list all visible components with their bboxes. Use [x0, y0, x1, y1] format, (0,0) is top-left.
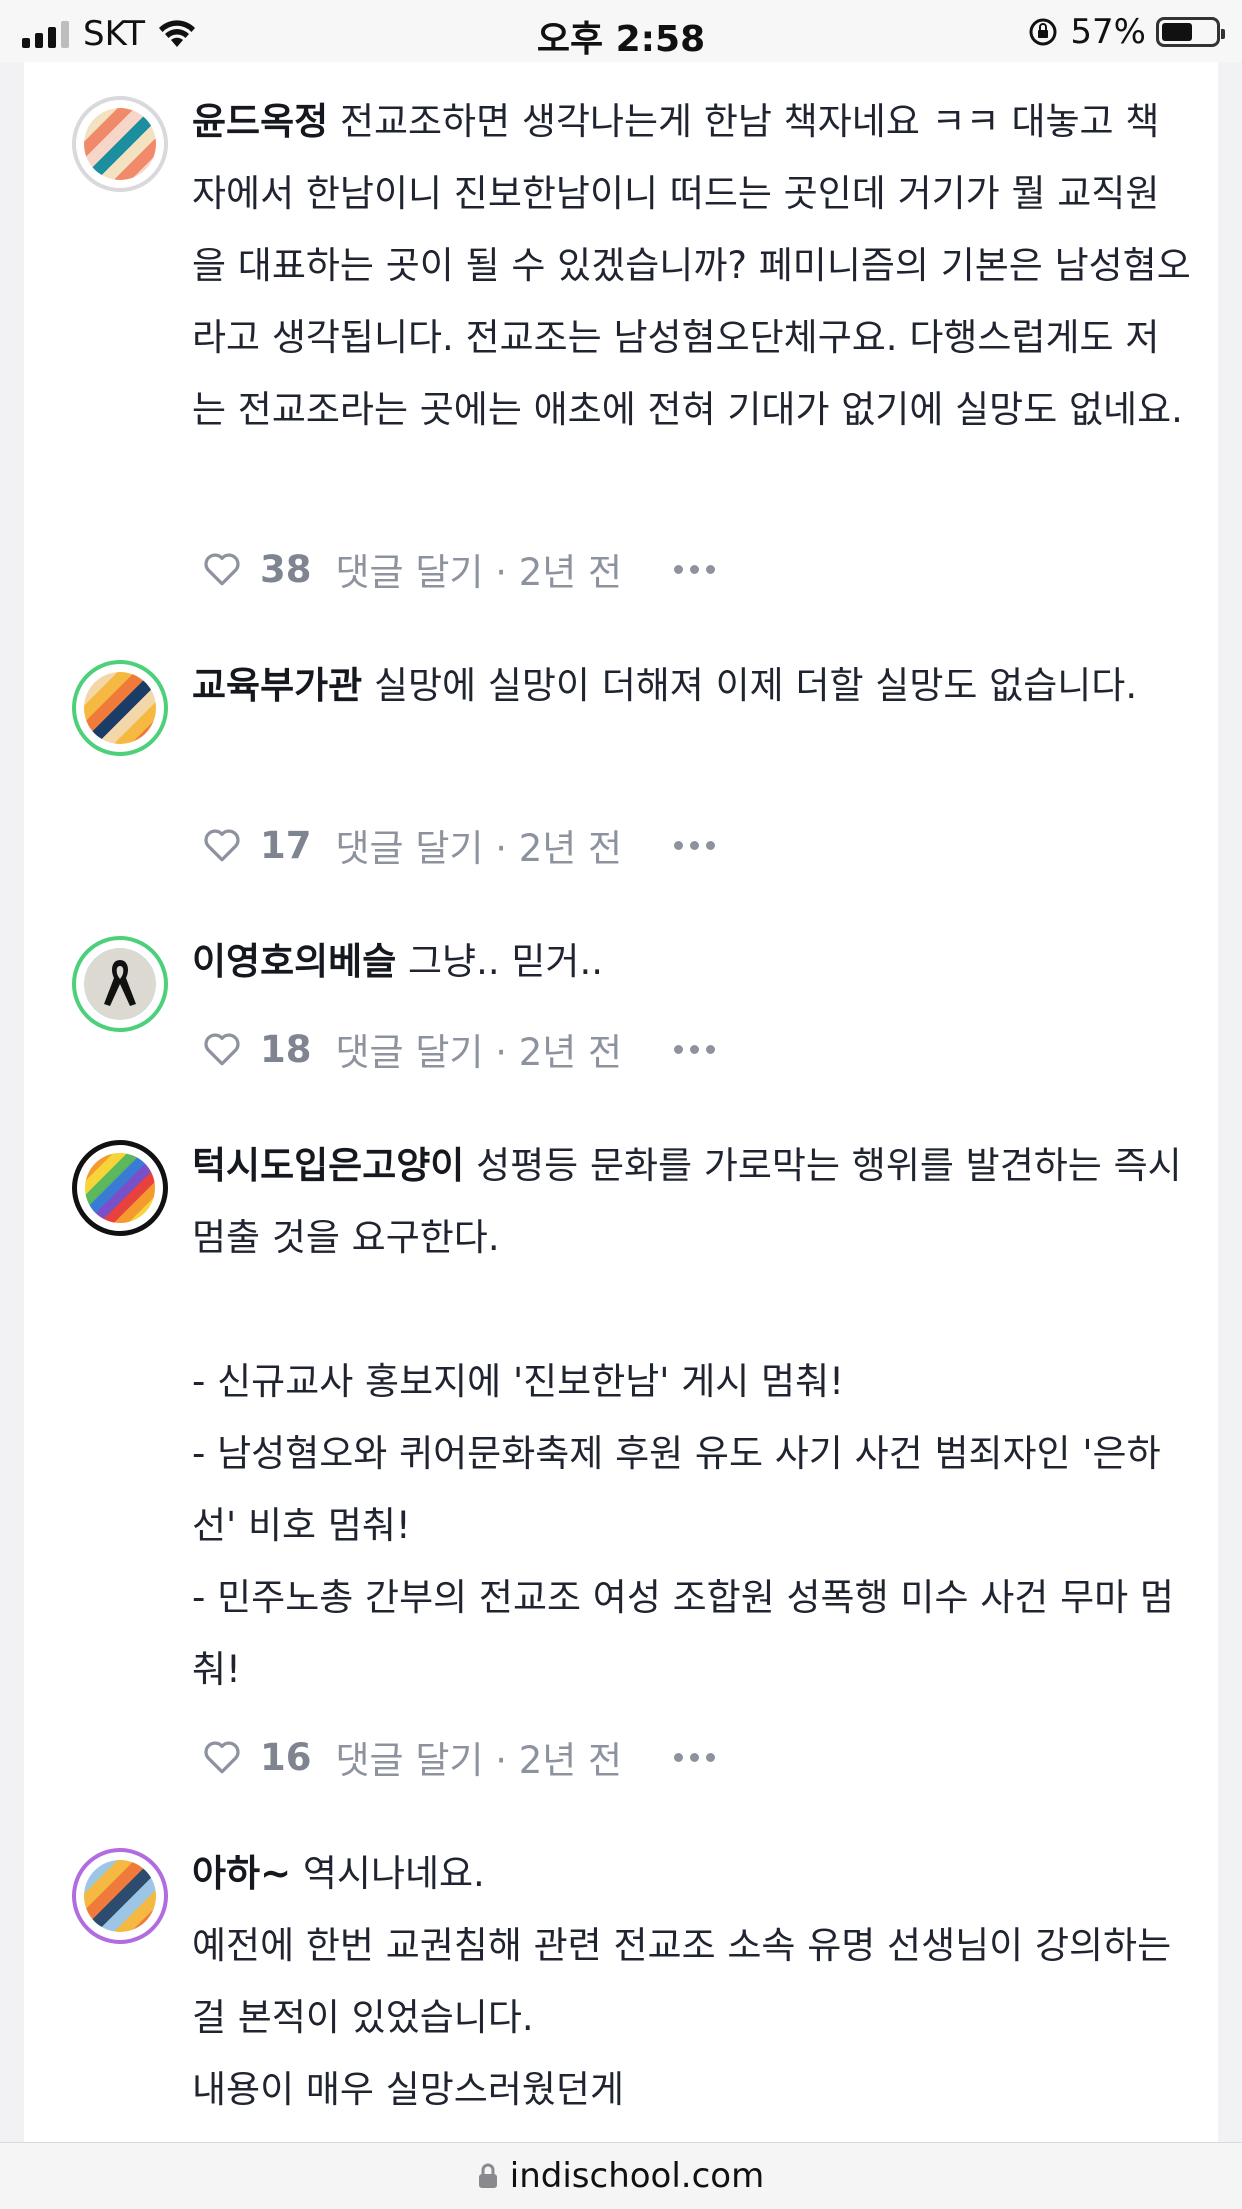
lock-icon: [478, 2163, 497, 2188]
comment-author[interactable]: 교육부가관: [192, 664, 362, 707]
comment-body: 역시나네요. 예전에 한번 교권침해 관련 전교조 소속 유명 선생님이 강의하…: [192, 1852, 1172, 2111]
user-avatar[interactable]: [72, 660, 168, 756]
comment-text: 윤드옥정 전교조하면 생각나는게 한남 책자네요 ㅋㅋ 대놓고 책자에서 한남이…: [192, 86, 1192, 446]
like-count: 17: [260, 823, 312, 867]
url-bar[interactable]: indischool.com: [0, 2142, 1242, 2209]
comment-actions: 16 댓글 달기 · 2년 전: [202, 1730, 716, 1784]
comment-author[interactable]: 이영호의베슬: [192, 940, 396, 983]
comment-body: 그냥.. 믿거..: [408, 940, 603, 983]
heart-icon[interactable]: [202, 827, 242, 863]
comment-actions: 38 댓글 달기 · 2년 전: [202, 542, 716, 596]
status-bar: SKT 오후 2:58 57%: [0, 0, 1242, 62]
comment-author[interactable]: 아하~: [192, 1852, 291, 1895]
like-count: 38: [260, 547, 312, 591]
user-avatar[interactable]: [72, 96, 168, 192]
more-options-icon[interactable]: [674, 840, 716, 850]
battery-percentage: 57%: [1070, 12, 1146, 52]
comment-author[interactable]: 윤드옥정: [192, 100, 328, 143]
reply-button[interactable]: 댓글 달기: [336, 818, 484, 872]
comment-text: 턱시도입은고양이 성평등 문화를 가로막는 행위를 발견하는 즉시 멈출 것을 …: [192, 1130, 1192, 1706]
comment-time: · 2년 전: [495, 551, 623, 594]
comment-text: 교육부가관 실망에 실망이 더해져 이제 더할 실망도 없습니다.: [192, 650, 1192, 722]
heart-icon[interactable]: [202, 1031, 242, 1067]
black-ribbon-icon: [104, 960, 136, 1006]
comment-actions: 17 댓글 달기 · 2년 전: [202, 818, 716, 872]
reply-button[interactable]: 댓글 달기: [336, 1730, 484, 1784]
comment-list: 윤드옥정 전교조하면 생각나는게 한남 책자네요 ㅋㅋ 대놓고 책자에서 한남이…: [24, 62, 1218, 2142]
comment-body: 전교조하면 생각나는게 한남 책자네요 ㅋㅋ 대놓고 책자에서 한남이니 진보한…: [192, 100, 1191, 431]
url-text[interactable]: indischool.com: [510, 2156, 764, 2196]
comment-author[interactable]: 턱시도입은고양이: [192, 1144, 464, 1187]
like-count: 18: [260, 1027, 312, 1071]
like-count: 16: [260, 1735, 312, 1779]
user-avatar[interactable]: [72, 1848, 168, 1944]
more-options-icon[interactable]: [674, 1044, 716, 1054]
comment-time: · 2년 전: [495, 1031, 623, 1074]
comment-time: · 2년 전: [495, 827, 623, 870]
reply-button[interactable]: 댓글 달기: [336, 1022, 484, 1076]
user-avatar[interactable]: [72, 1140, 168, 1236]
comment-body: 성평등 문화를 가로막는 행위를 발견하는 즉시 멈출 것을 요구한다. - 신…: [192, 1144, 1182, 1691]
more-options-icon[interactable]: [674, 564, 716, 574]
comment-text: 아하~ 역시나네요. 예전에 한번 교권침해 관련 전교조 소속 유명 선생님이…: [192, 1838, 1192, 2126]
comment-time: · 2년 전: [495, 1739, 623, 1782]
user-avatar[interactable]: [72, 936, 168, 1032]
comment-actions: 18 댓글 달기 · 2년 전: [202, 1022, 716, 1076]
heart-icon[interactable]: [202, 1739, 242, 1775]
comment-text: 이영호의베슬 그냥.. 믿거..: [192, 926, 1192, 998]
comment-body: 실망에 실망이 더해져 이제 더할 실망도 없습니다.: [373, 664, 1138, 707]
battery-icon: [1156, 17, 1225, 47]
heart-icon[interactable]: [202, 551, 242, 587]
reply-button[interactable]: 댓글 달기: [336, 542, 484, 596]
more-options-icon[interactable]: [674, 1752, 716, 1762]
status-right: 57%: [1028, 12, 1225, 52]
rotation-lock-icon: [1029, 18, 1057, 46]
